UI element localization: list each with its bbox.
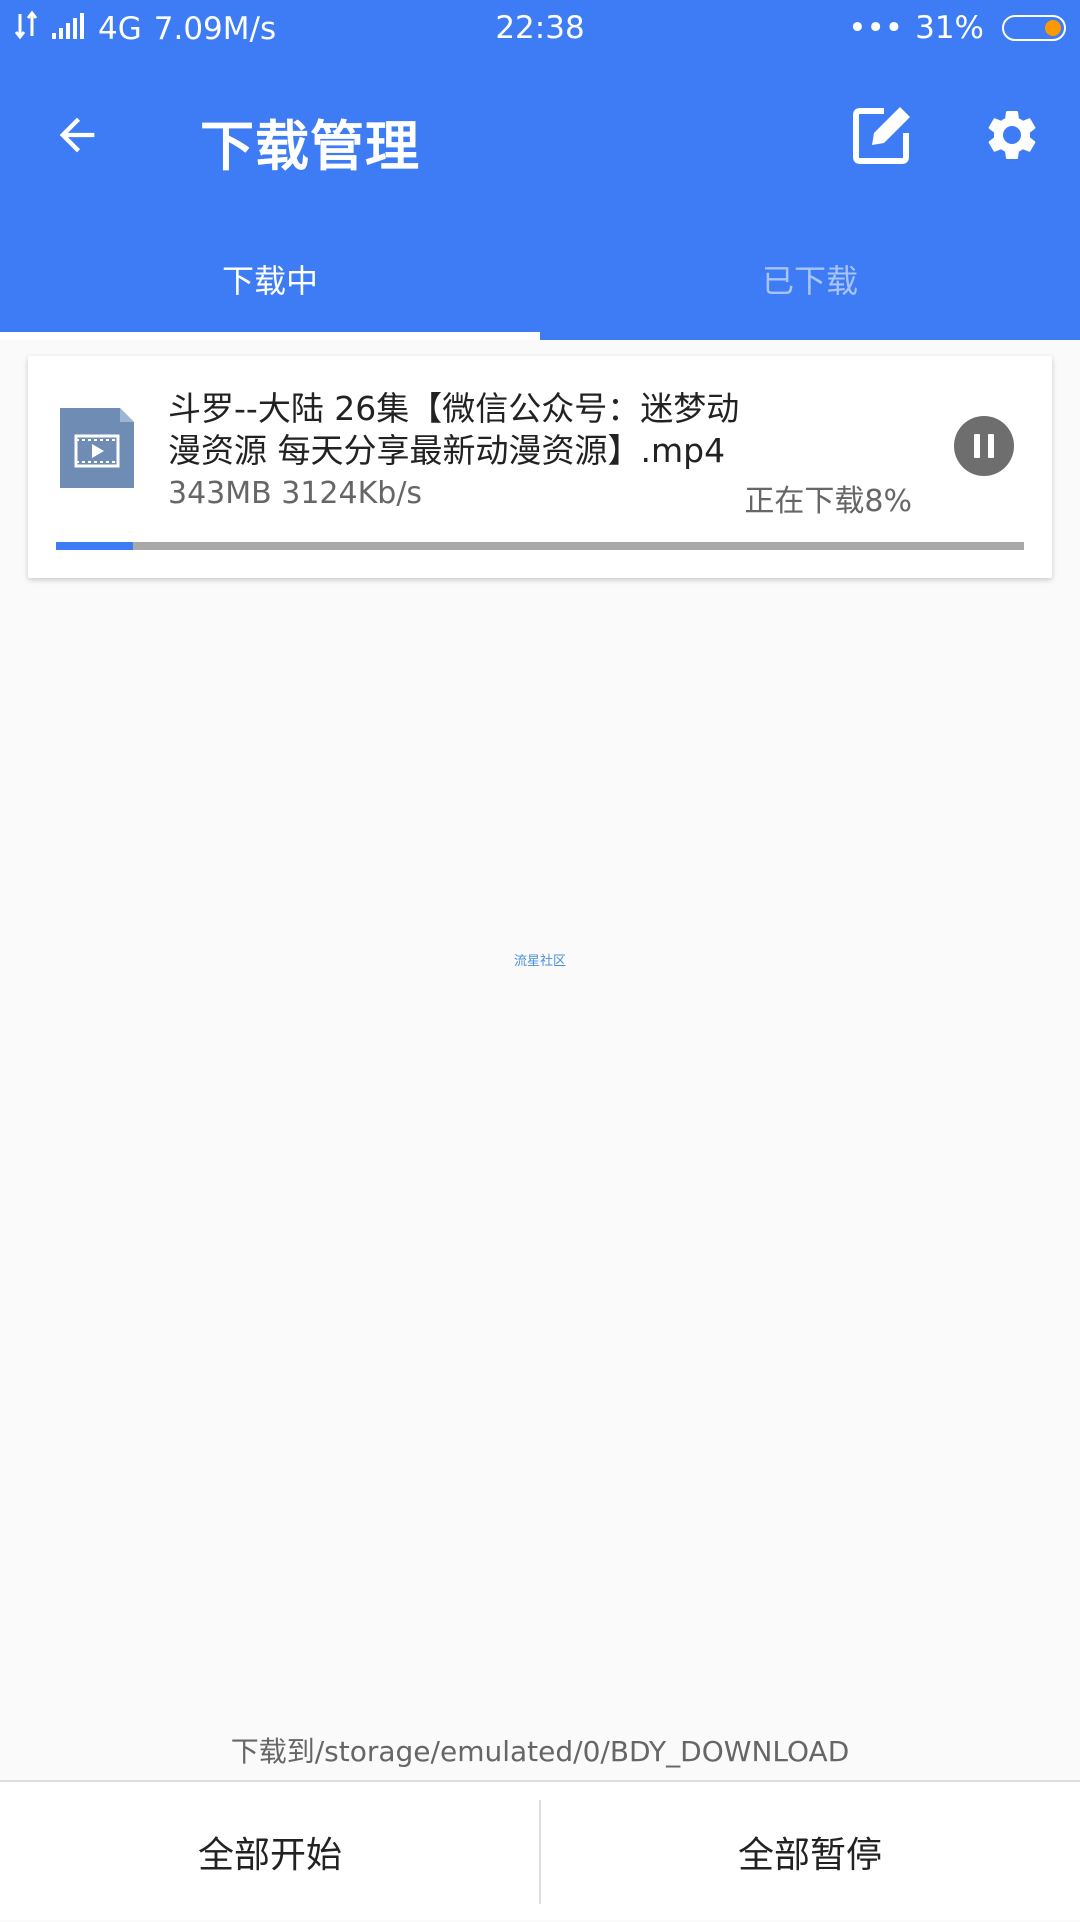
toolbar: 下载管理	[0, 80, 1080, 190]
battery-icon	[1002, 15, 1066, 41]
page-title: 下载管理	[200, 115, 420, 178]
pause-icon	[974, 434, 994, 458]
back-button[interactable]	[40, 98, 114, 172]
edit-icon	[853, 107, 910, 164]
status-bar: 4G 7.09M/s 22:38 ••• 31%	[0, 0, 1080, 58]
file-size-speed: 343MB 3124Kb/s	[168, 476, 423, 511]
file-name: 斗罗--大陆 26集【微信公众号：迷梦动漫资源 每天分享最新动漫资源】.mp4	[168, 389, 740, 470]
arrow-back-icon	[59, 117, 95, 153]
pause-button[interactable]	[954, 416, 1014, 476]
app-header: 4G 7.09M/s 22:38 ••• 31% 下载管理 下载中 已下载	[0, 0, 1080, 340]
tab-downloaded[interactable]: 已下载	[540, 240, 1080, 340]
download-status: 正在下载8%	[744, 484, 912, 519]
gear-icon	[988, 110, 1036, 159]
download-progress-bar	[56, 542, 1024, 550]
download-item[interactable]: 斗罗--大陆 26集【微信公众号：迷梦动漫资源 每天分享最新动漫资源】.mp4 …	[28, 356, 1052, 578]
download-progress-fill	[56, 542, 134, 550]
tab-indicator	[0, 332, 540, 340]
edit-button[interactable]	[845, 98, 919, 172]
settings-button[interactable]	[975, 98, 1049, 172]
clock: 22:38	[495, 10, 585, 46]
pause-all-button[interactable]: 全部暂停	[540, 1782, 1080, 1922]
bottom-action-bar: 全部开始 全部暂停	[0, 1780, 1080, 1920]
watermark: 流星社区	[513, 954, 566, 969]
tab-downloading[interactable]: 下载中	[0, 240, 540, 340]
more-dots: •••	[848, 10, 904, 46]
battery-percent: 31%	[915, 10, 984, 46]
tab-bar: 下载中 已下载	[0, 240, 1080, 340]
video-file-icon	[60, 408, 134, 488]
save-path: 下载到/storage/emulated/0/BDY_DOWNLOAD	[230, 1735, 850, 1768]
start-all-button[interactable]: 全部开始	[0, 1782, 540, 1922]
